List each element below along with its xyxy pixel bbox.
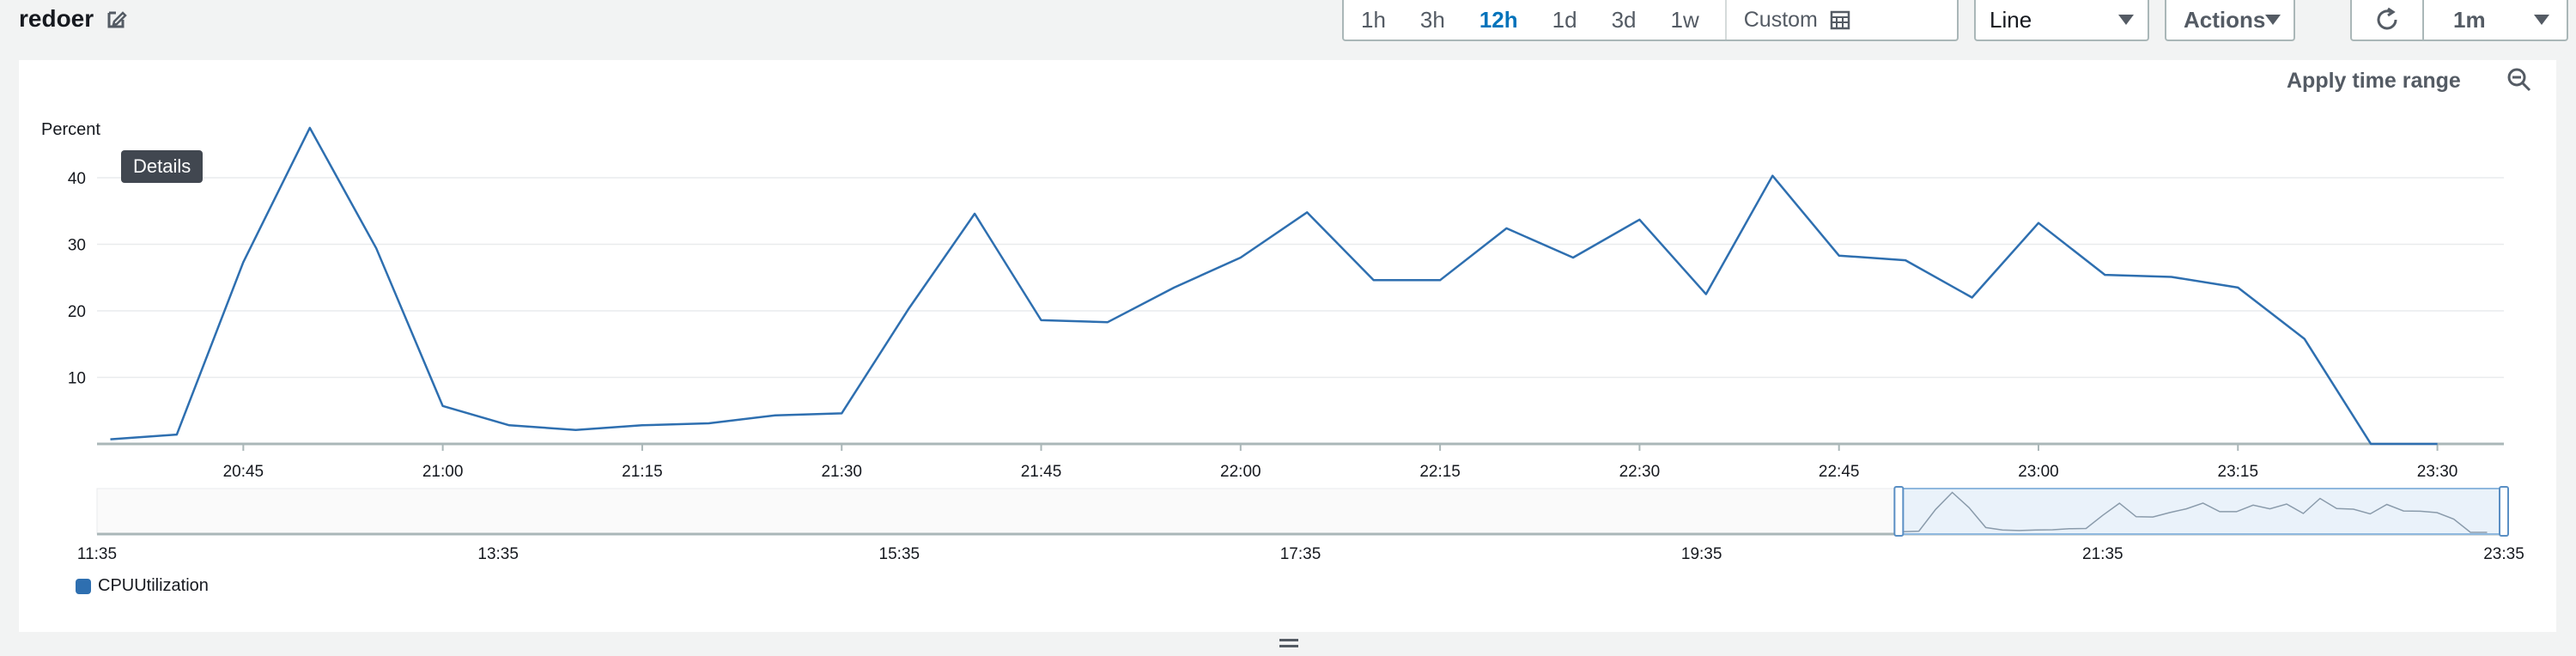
x-tick-label: 20:45 [223,463,264,481]
data-point [507,423,511,427]
data-point [840,411,843,415]
data-point [1172,286,1176,289]
x-tick-label: 21:00 [422,463,464,481]
data-point [1571,256,1575,259]
overview-handle-right [2499,486,2509,537]
chart-legend: CPUUtilization [76,576,209,596]
data-point [1838,254,1841,258]
overview-tick-label: 13:35 [477,545,519,563]
data-point [1372,278,1376,282]
overview-tick-label: 15:35 [879,545,920,563]
resize-handle[interactable] [1279,639,1298,651]
data-point [2303,337,2306,341]
overview-handle-left [1893,486,1905,537]
x-tick-label: 21:30 [821,463,862,481]
x-tick-label: 22:45 [1819,463,1860,481]
data-point [707,422,710,425]
x-tick-label: 21:15 [622,463,663,481]
data-point [2170,275,2173,278]
data-point [1637,218,1641,222]
x-tick-label: 21:45 [1021,463,1062,481]
x-tick-label: 22:00 [1220,463,1261,481]
data-point [2369,442,2372,446]
data-point [241,260,245,264]
data-point [1040,319,1043,322]
data-point [641,423,644,427]
data-point [308,126,312,130]
x-tick-label: 22:30 [1619,463,1661,481]
x-tick-label: 23:15 [2218,463,2259,481]
data-point [774,414,777,417]
overview-tick-label: 21:35 [2082,545,2123,563]
data-point [2037,222,2040,225]
data-point [2103,273,2106,276]
data-point [1305,210,1309,214]
series-line-CPUUtilization [110,126,2438,446]
overview-tick-label: 19:35 [1681,545,1722,563]
legend-label[interactable]: CPUUtilization [98,576,209,596]
data-point [973,212,976,216]
overview-tick-label: 11:35 [77,545,117,563]
cpu-line-chart[interactable]: 10 20 30 40 20:45 21:00 21:15 21:30 21:45 22:00 2… [0,0,2576,656]
details-tooltip: Details [121,150,204,183]
data-point [2436,442,2439,446]
y-tick-label: 40 [68,170,86,188]
data-point [2236,286,2239,289]
x-tick-label: 22:15 [1419,463,1461,481]
legend-swatch [76,578,91,594]
data-point [1505,227,1509,230]
data-point [1438,278,1442,282]
data-point [108,438,112,441]
y-tick-label: 20 [68,303,86,321]
data-point [374,246,378,250]
data-point [1971,296,1974,300]
data-point [1239,256,1242,259]
x-tick-label: 23:30 [2417,463,2458,481]
data-point [1704,293,1708,296]
y-tick-label: 10 [68,370,86,388]
overview-tick-label: 17:35 [1280,545,1321,563]
data-point [574,428,578,432]
x-tick-label: 23:00 [2018,463,2059,481]
y-tick-label: 30 [68,237,86,255]
data-point [441,404,445,408]
data-point [1771,174,1774,178]
overview-tick-label: 23:35 [2483,545,2524,563]
data-point [1106,320,1109,324]
data-point [1904,258,1907,262]
data-point [907,307,910,311]
data-point [175,433,179,436]
